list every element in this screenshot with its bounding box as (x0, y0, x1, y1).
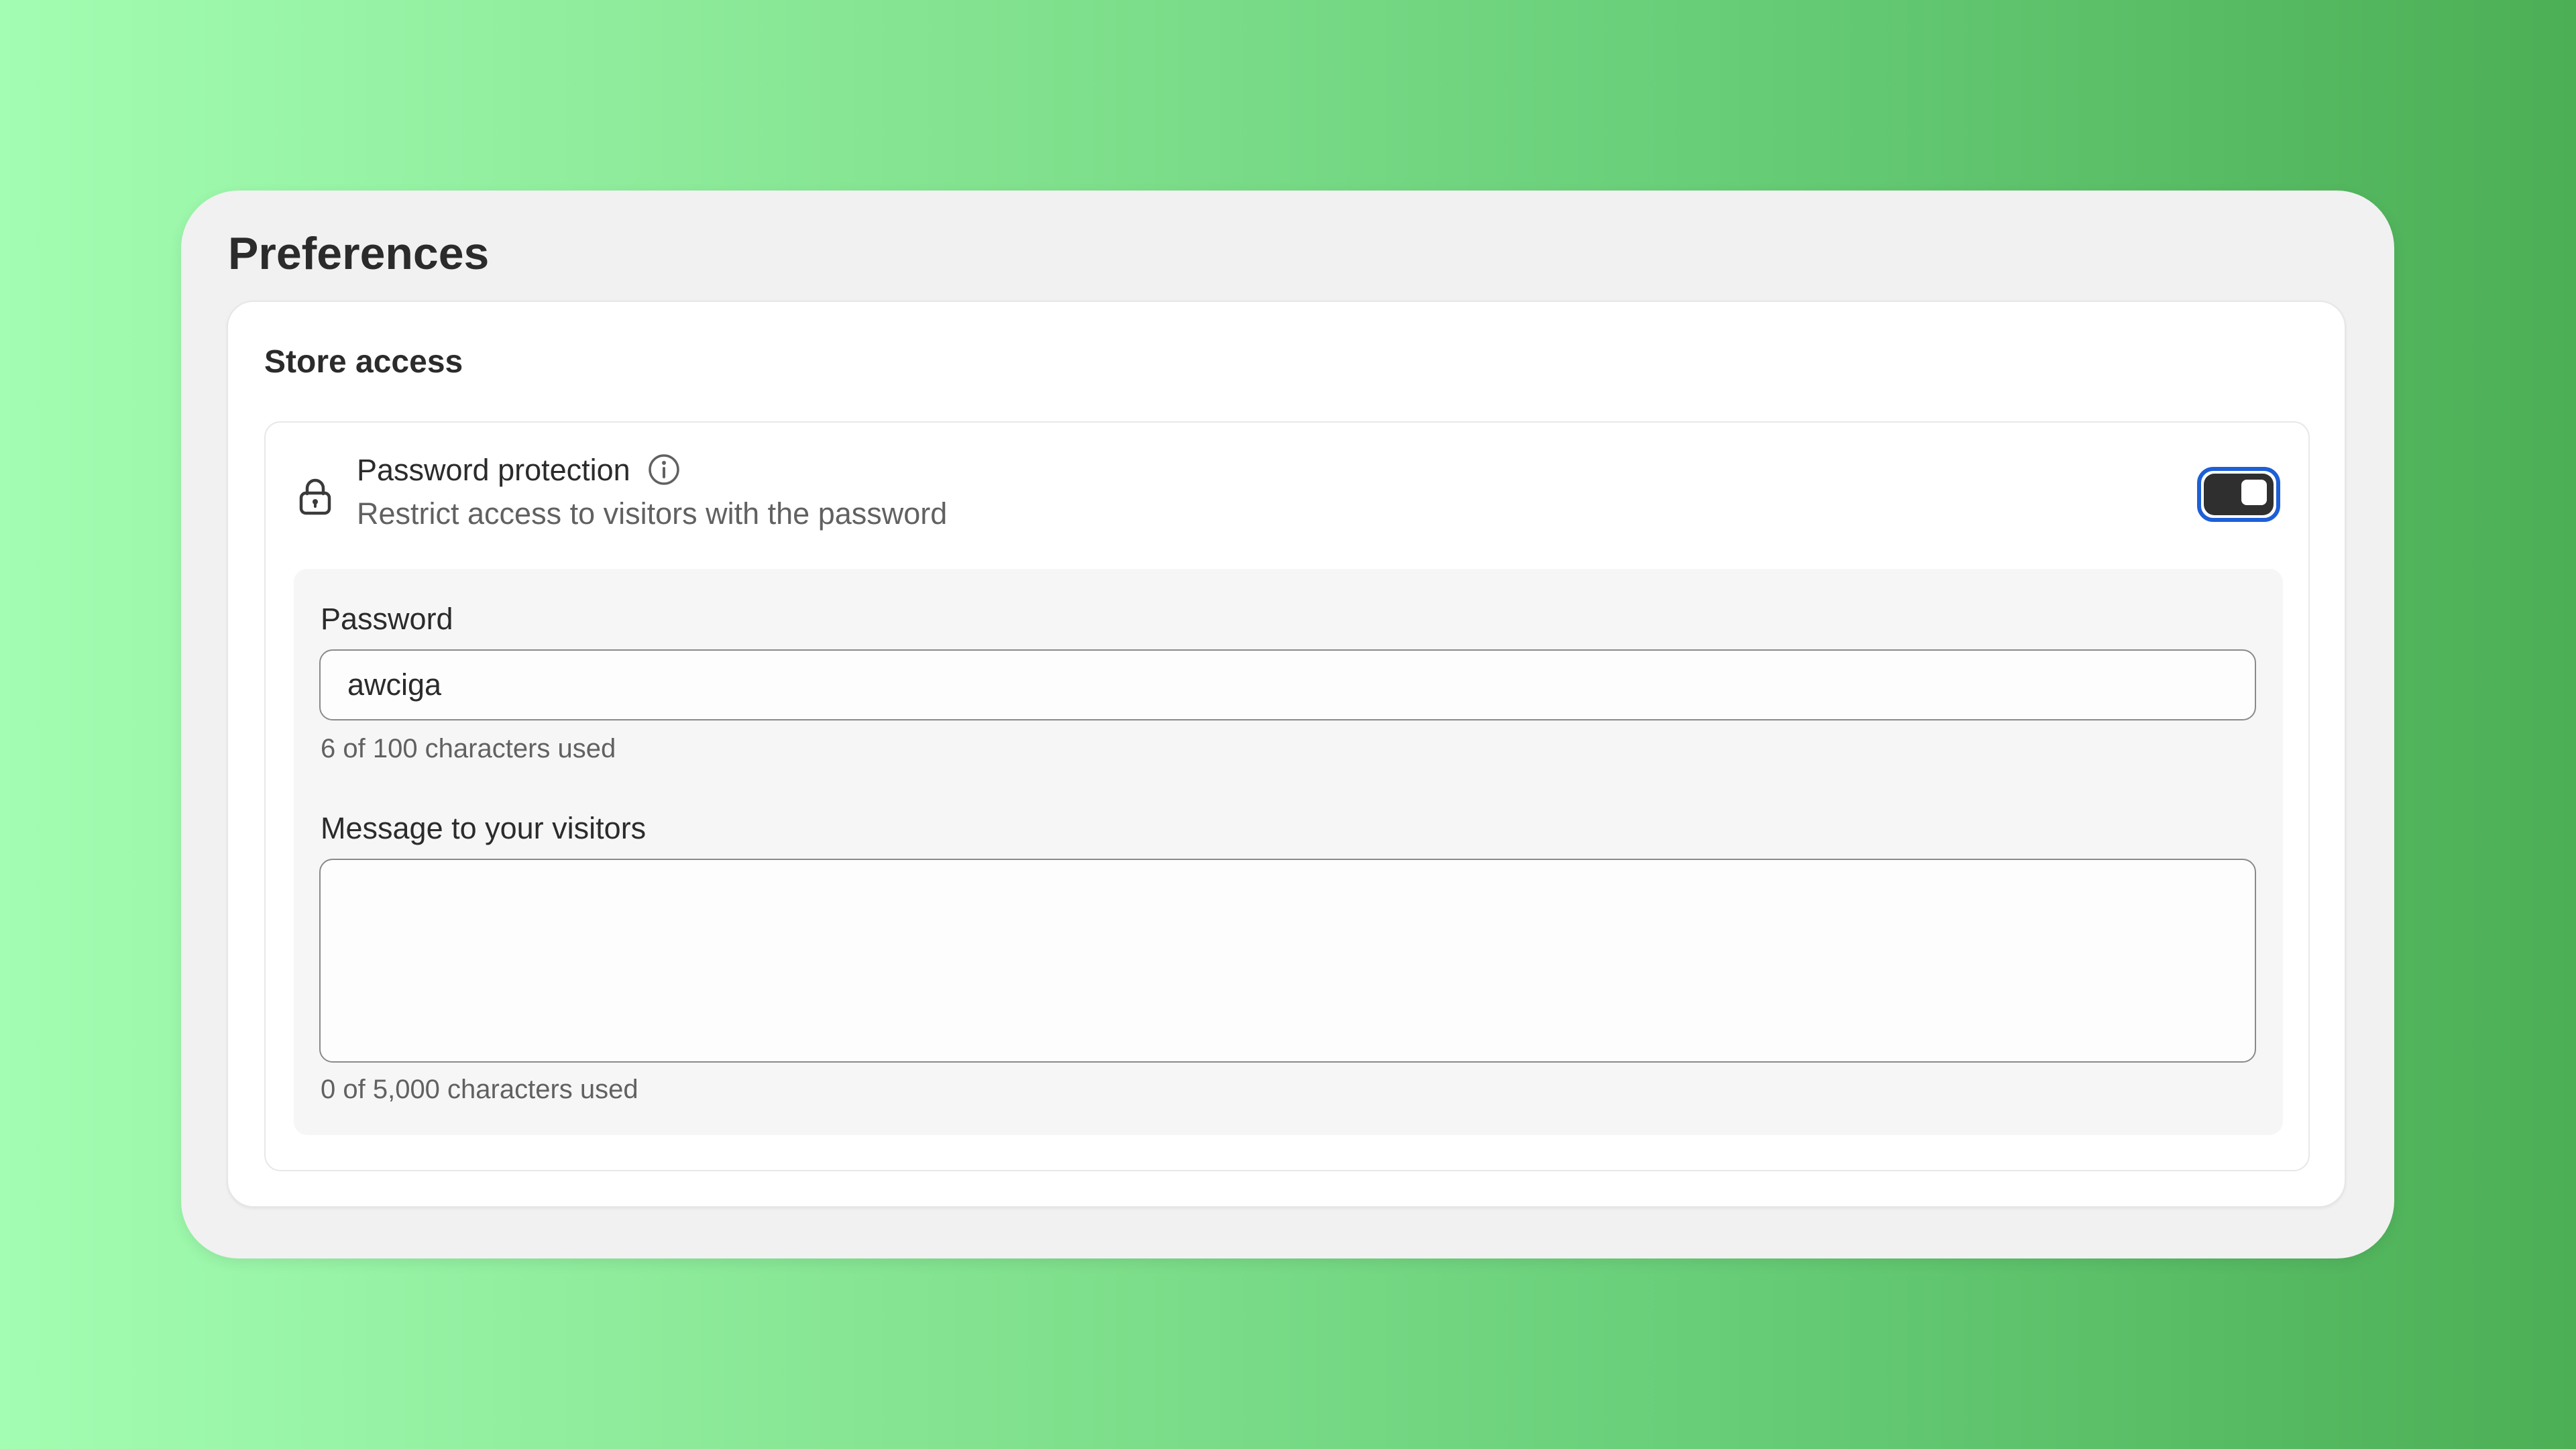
message-textarea[interactable] (319, 859, 2256, 1063)
page-title: Preferences (228, 228, 490, 279)
password-settings-panel: Password 6 of 100 characters used Messag… (294, 569, 2283, 1135)
password-character-count: 6 of 100 characters used (321, 734, 616, 763)
password-protection-setting: Password protection Restrict access to v… (264, 421, 2310, 1171)
preferences-panel: Preferences Store access Password protec… (181, 191, 2394, 1258)
message-character-count: 0 of 5,000 characters used (321, 1075, 638, 1104)
password-protection-title: Password protection (357, 452, 630, 487)
store-access-card: Store access Password protection Restric… (227, 301, 2346, 1208)
password-label: Password (321, 602, 453, 636)
setting-title-row: Password protection (357, 452, 681, 487)
toggle-track (2204, 474, 2274, 515)
message-label: Message to your visitors (321, 811, 647, 845)
lock-icon (299, 478, 331, 515)
toggle-knob (2241, 480, 2267, 505)
password-protection-description: Restrict access to visitors with the pas… (357, 496, 948, 531)
card-title: Store access (264, 344, 463, 380)
password-input[interactable] (319, 649, 2256, 720)
info-icon[interactable] (647, 452, 681, 487)
password-protection-toggle[interactable] (2197, 467, 2280, 522)
